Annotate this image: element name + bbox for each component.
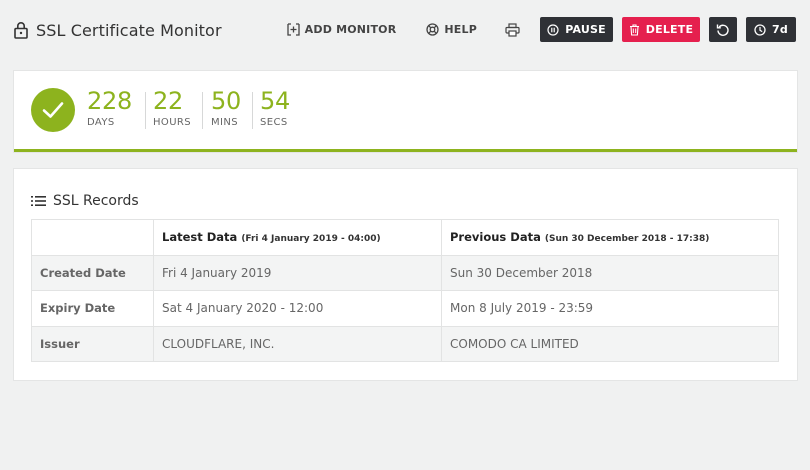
secs-unit: SECS <box>260 117 288 128</box>
clock-icon <box>754 23 766 36</box>
row-label: Expiry Date <box>31 290 154 327</box>
latest-cell: Fri 4 January 2019 <box>153 254 442 292</box>
toolbar: ADD MONITOR HELP PAUSE DELETE 7d <box>283 17 796 42</box>
add-monitor-label: ADD MONITOR <box>304 23 397 36</box>
refresh-icon <box>716 24 729 36</box>
page-header: SSL Certificate Monitor ADD MONITOR HELP <box>0 0 810 60</box>
previous-cell: Sun 30 December 2018 <box>441 254 779 292</box>
lock-icon <box>14 22 28 39</box>
counter-divider <box>145 92 146 129</box>
row-label: Created Date <box>31 254 154 292</box>
column-header-previous-label: Previous Data <box>450 230 541 245</box>
latest-cell: CLOUDFLARE, INC. <box>153 325 442 363</box>
mins-value: 50 <box>211 87 241 115</box>
help-label: HELP <box>444 23 477 36</box>
add-monitor-icon <box>287 23 300 36</box>
checkmark-icon <box>42 102 64 118</box>
column-header-empty <box>31 219 154 256</box>
list-icon <box>31 196 46 206</box>
lifebuoy-icon <box>426 23 440 36</box>
ssl-records-title: SSL Records <box>53 193 139 209</box>
counter-divider <box>202 92 203 129</box>
pause-icon <box>547 23 559 36</box>
ssl-records-heading: SSL Records <box>31 191 139 211</box>
days-unit: DAYS <box>87 117 115 128</box>
print-button[interactable] <box>501 17 524 42</box>
table-row: Issuer CLOUDFLARE, INC. COMODO CA LIMITE… <box>31 325 779 363</box>
days-value: 228 <box>87 87 132 115</box>
column-header-latest-date: (Fri 4 January 2019 - 04:00) <box>241 234 381 245</box>
ssl-records-card: SSL Records Latest Data (Fri 4 January 2… <box>14 169 797 380</box>
table-row: Created Date Fri 4 January 2019 Sun 30 D… <box>31 254 779 292</box>
hours-counter: 22 HOURS <box>153 87 191 129</box>
counter-divider <box>252 92 253 129</box>
time-range-button[interactable]: 7d <box>746 17 796 42</box>
previous-cell: COMODO CA LIMITED <box>441 325 779 363</box>
latest-cell: Sat 4 January 2020 - 12:00 <box>153 290 442 327</box>
column-header-latest-label: Latest Data <box>162 230 238 245</box>
column-header-previous: Previous Data (Sun 30 December 2018 - 17… <box>441 219 779 256</box>
pause-button[interactable]: PAUSE <box>540 17 613 42</box>
expiry-countdown-card: 228 DAYS 22 HOURS 50 MINS 54 SECS <box>14 71 797 152</box>
table-header-row: Latest Data (Fri 4 January 2019 - 04:00)… <box>31 219 779 256</box>
secs-counter: 54 SECS <box>260 87 290 129</box>
column-header-previous-date: (Sun 30 December 2018 - 17:38) <box>544 234 710 245</box>
time-range-label: 7d <box>772 23 788 36</box>
mins-counter: 50 MINS <box>211 87 241 129</box>
delete-label: DELETE <box>645 23 694 36</box>
printer-icon <box>505 22 520 37</box>
hours-value: 22 <box>153 87 183 115</box>
app-title: SSL Certificate Monitor <box>14 18 222 42</box>
hours-unit: HOURS <box>153 117 192 128</box>
ssl-records-table: Latest Data (Fri 4 January 2019 - 04:00)… <box>31 219 779 363</box>
help-button[interactable]: HELP <box>422 17 481 42</box>
table-row: Expiry Date Sat 4 January 2020 - 12:00 M… <box>31 290 779 327</box>
status-ok-badge <box>31 88 75 132</box>
secs-value: 54 <box>260 87 290 115</box>
column-header-latest: Latest Data (Fri 4 January 2019 - 04:00) <box>153 219 442 256</box>
delete-button[interactable]: DELETE <box>622 17 700 42</box>
previous-cell: Mon 8 July 2019 - 23:59 <box>441 290 779 327</box>
mins-unit: MINS <box>211 117 239 128</box>
add-monitor-button[interactable]: ADD MONITOR <box>283 17 401 42</box>
pause-label: PAUSE <box>565 23 606 36</box>
trash-icon <box>629 23 639 36</box>
page-title: SSL Certificate Monitor <box>36 20 222 40</box>
refresh-button[interactable] <box>709 17 737 42</box>
days-counter: 228 DAYS <box>87 87 132 129</box>
row-label: Issuer <box>31 325 154 363</box>
